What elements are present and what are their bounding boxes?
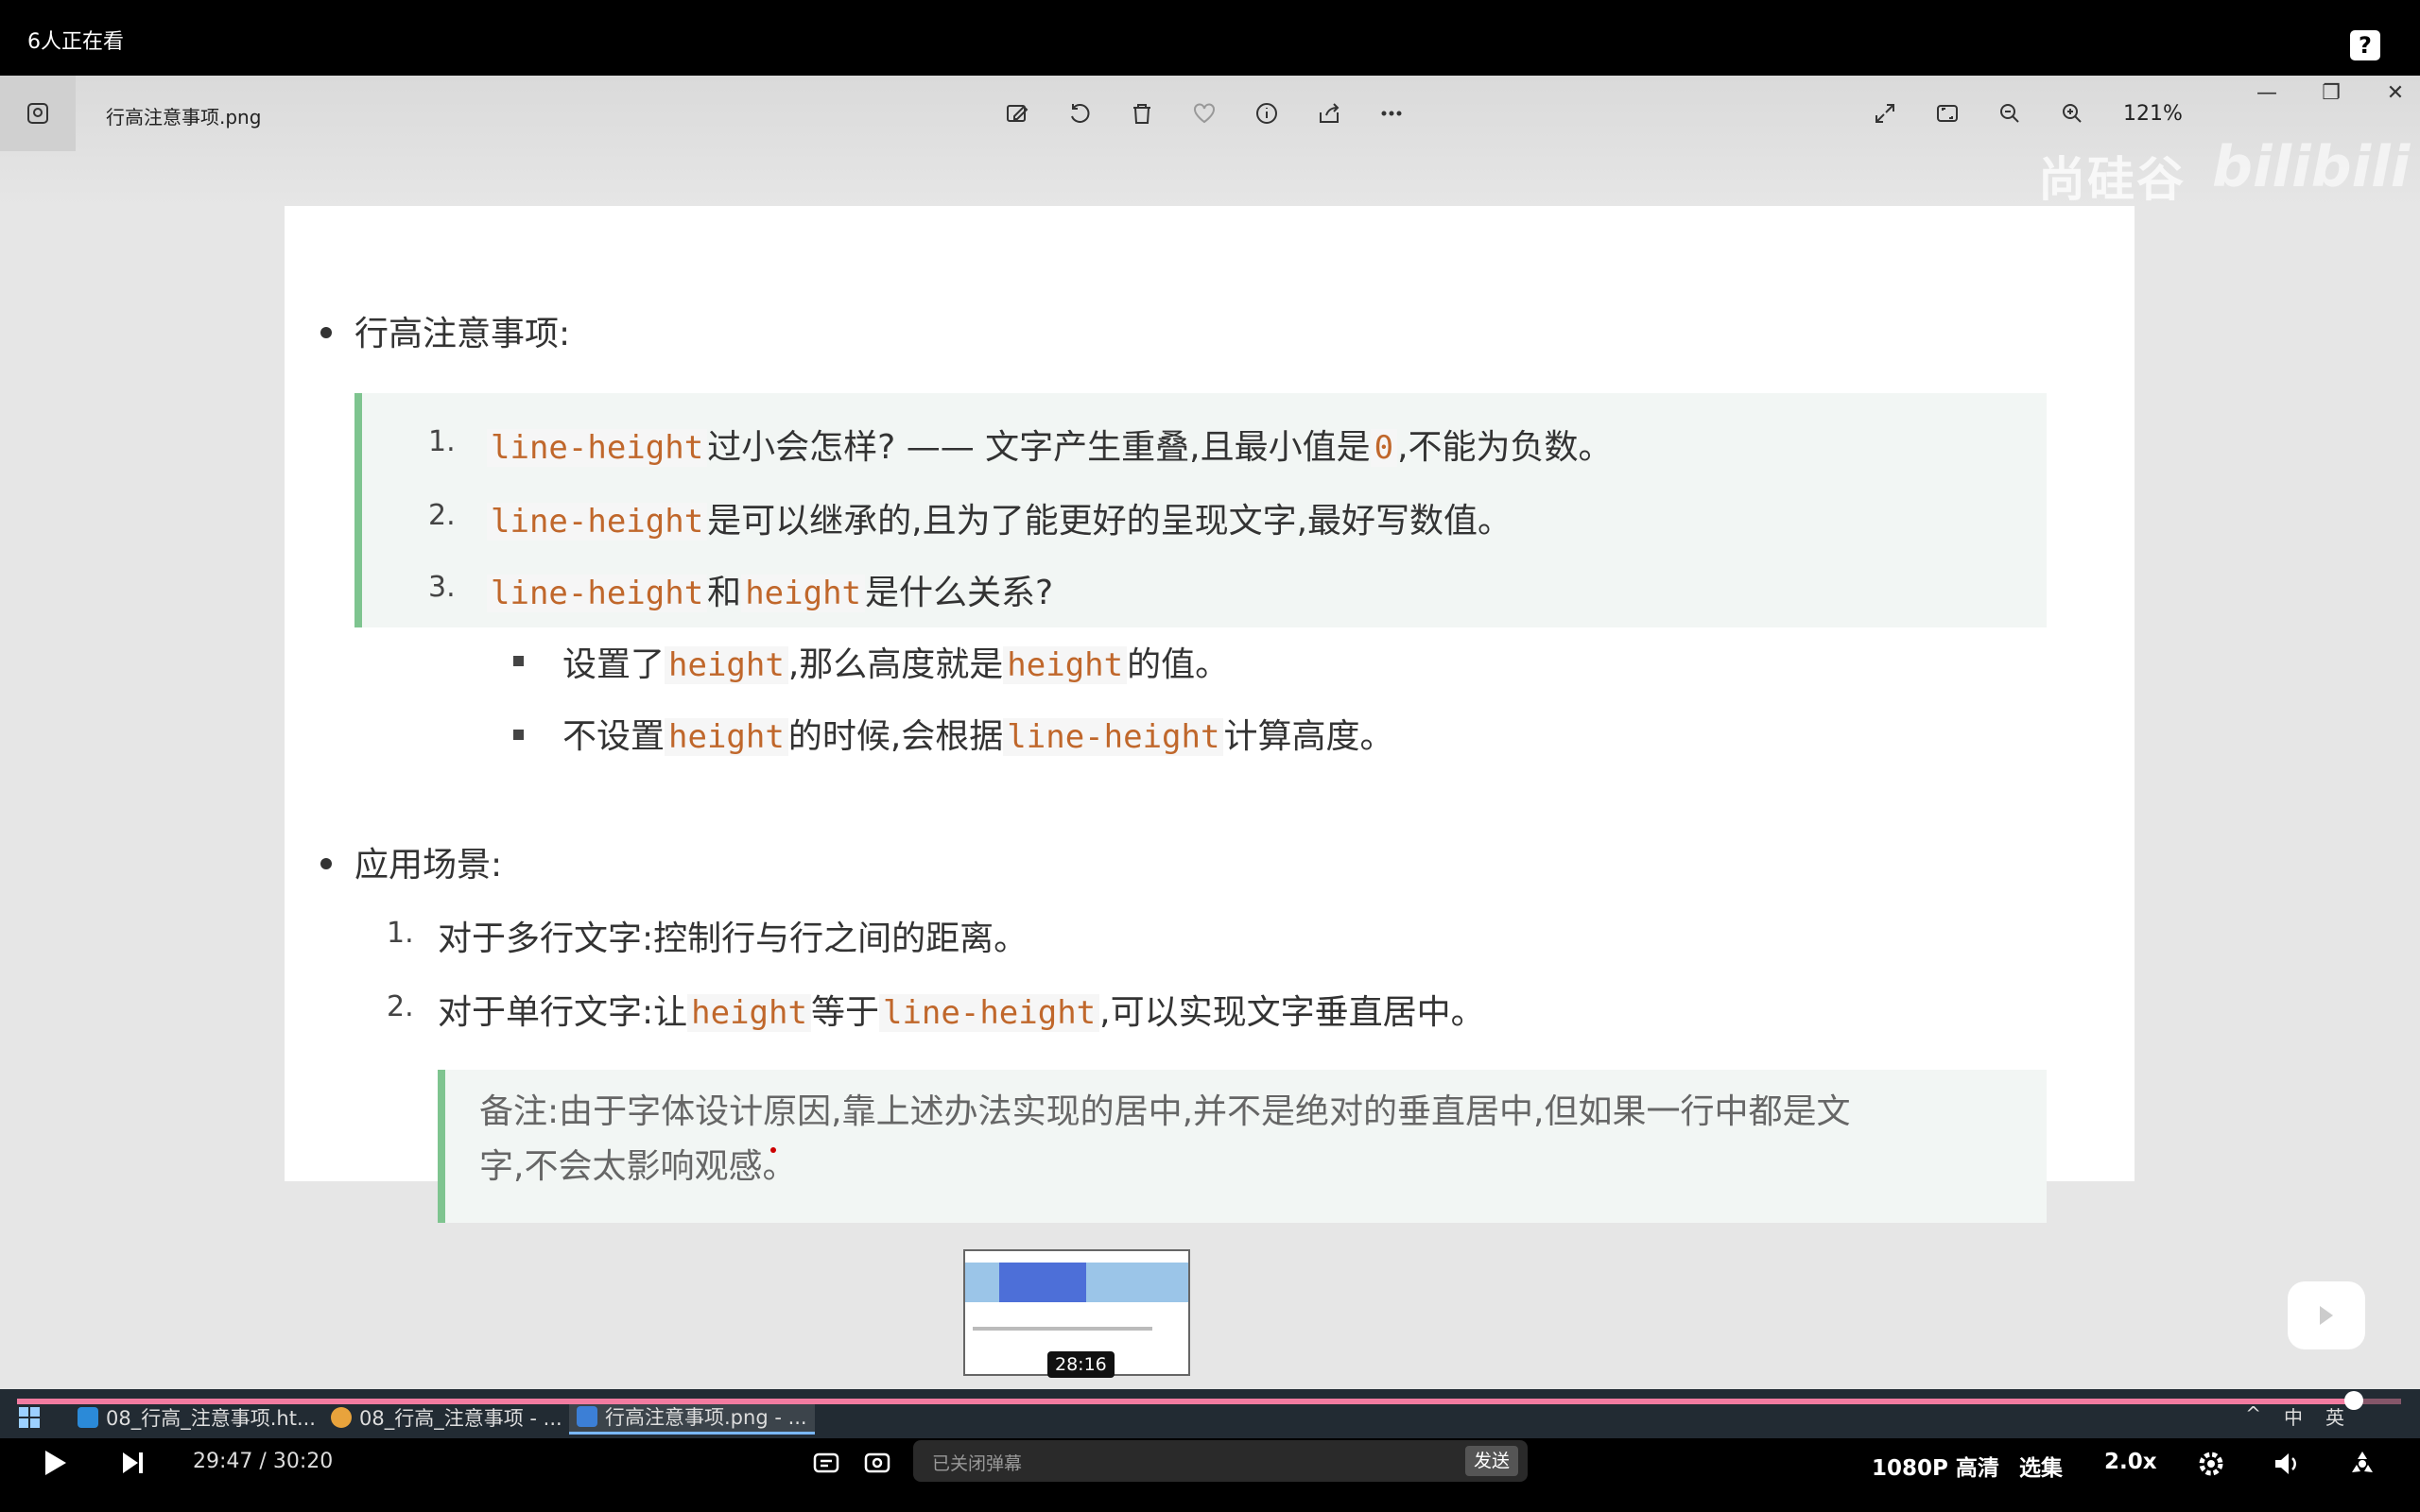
mouse-cursor-dot [770, 1147, 776, 1153]
sub-list-item: 不设置 height 的时候,会根据 line-height 计算高度。 [562, 717, 1394, 756]
volume-icon[interactable] [2269, 1446, 2305, 1482]
taskbar-item-chrome[interactable]: 08_行高_注意事项 - ... [323, 1400, 570, 1435]
scene-item: 对于单行文字:让 height 等于 line-height ,可以实现文字垂直居中。 [438, 993, 1485, 1032]
info-icon[interactable] [1250, 96, 1284, 130]
close-icon[interactable]: ✕ [2384, 81, 2407, 105]
zoom-in-icon[interactable] [2055, 96, 2089, 130]
start-icon[interactable] [9, 1400, 49, 1435]
viewer-zoom-toolbar: 121% [1868, 94, 2183, 132]
scene-item: 对于多行文字:控制行与行之间的距离。 [438, 919, 1028, 958]
send-button[interactable]: 发送 [1465, 1446, 1518, 1476]
delete-icon[interactable] [1125, 96, 1159, 130]
list-number: 2. [428, 499, 456, 532]
favorite-heart-icon[interactable] [1187, 96, 1221, 130]
heading-line-height-notes: 行高注意事项: [354, 315, 571, 353]
fullscreen-icon[interactable] [2344, 1446, 2380, 1482]
taskbar-item-vscode[interactable]: 08_行高_注意事项.ht... [70, 1400, 323, 1435]
restore-icon[interactable]: ❐ [2320, 81, 2342, 105]
chevron-up-icon[interactable]: ^ [2245, 1402, 2261, 1430]
thumb-selection [999, 1263, 1086, 1302]
zoom-out-icon[interactable] [1993, 96, 2027, 130]
system-tray: ^ 中 英 [2245, 1402, 2344, 1430]
square-bullet-icon [513, 656, 524, 666]
episodes-button[interactable]: 选集 [2019, 1450, 2063, 1482]
code-line-height: line-height [487, 503, 708, 541]
edit-image-icon[interactable] [1000, 96, 1034, 130]
rotate-icon[interactable] [1063, 96, 1097, 130]
photos-app-icon[interactable] [0, 76, 76, 151]
seek-preview-time: 28:16 [1047, 1351, 1115, 1378]
progress-fill [17, 1399, 2354, 1404]
list-item: line-height 是可以继承的,且为了能更好的呈现文字,最好写数值。 [487, 493, 1512, 542]
help-icon[interactable]: ? [2350, 30, 2380, 60]
fit-to-window-icon[interactable] [1930, 96, 1964, 130]
settings-gear-icon[interactable] [2193, 1446, 2229, 1482]
viewer-title-bar: 行高注意事项.png 121% — ❐ ✕ [0, 76, 2420, 151]
speed-button[interactable]: 2.0x [2104, 1450, 2157, 1474]
watermark-logo: bilibili [2212, 134, 2411, 200]
code-height: height [741, 575, 866, 612]
bullet-icon [320, 858, 332, 869]
quality-button[interactable]: 1080P 高清 [1872, 1450, 1999, 1482]
playback-time: 29:47 / 30:20 [193, 1450, 334, 1473]
document-image: 行高注意事项: 1. line-height 过小会怎样? —— 文字产生重叠,且… [285, 206, 2135, 1223]
square-bullet-icon [513, 730, 524, 740]
progress-knob[interactable] [2343, 1391, 2363, 1410]
share-icon[interactable] [1312, 96, 1346, 130]
list-number: 2. [387, 990, 414, 1023]
minimize-icon[interactable]: — [2256, 81, 2278, 105]
viewer-count: 6人正在看 [27, 30, 124, 54]
taskbar-item-photos[interactable]: 行高注意事项.png - ... [569, 1400, 815, 1435]
danmaku-placeholder: 已关闭弹幕 [932, 1453, 1023, 1474]
remark-text: 备注:由于字体设计原因,靠上述办法实现的居中,并不是绝对的垂直居中,但如果一行中… [479, 1092, 1851, 1186]
list-item: line-height 和 height 是什么关系? [487, 565, 1053, 614]
code-line-height: line-height [487, 429, 708, 467]
code-zero: 0 [1370, 429, 1398, 467]
heading-use-cases: 应用场景: [354, 846, 503, 885]
chrome-icon [331, 1407, 352, 1428]
play-icon[interactable] [36, 1444, 74, 1482]
bilibili-tv-icon[interactable] [2288, 1281, 2365, 1349]
thumb-text-line [973, 1327, 1152, 1331]
window-controls: — ❐ ✕ [2256, 81, 2407, 105]
vscode-icon [78, 1407, 98, 1428]
zoom-level[interactable]: 121% [2123, 102, 2183, 126]
list-number: 3. [428, 571, 456, 604]
ime-indicator[interactable]: 中 [2284, 1402, 2303, 1430]
fullscreen-expand-icon[interactable] [1868, 96, 1902, 130]
bullet-icon [320, 327, 332, 338]
next-icon[interactable] [115, 1446, 149, 1480]
watermark-text: 尚硅谷 [2038, 152, 2186, 207]
viewer-toolbar [1000, 94, 1409, 132]
danmaku-toggle-icon[interactable] [809, 1446, 843, 1480]
sub-list-item: 设置了 height ,那么高度就是 height 的值。 [562, 645, 1230, 684]
danmaku-input[interactable]: 已关闭弹幕 发送 [913, 1440, 1528, 1482]
photos-icon [577, 1405, 597, 1427]
list-number: 1. [387, 917, 414, 950]
code-line-height: line-height [487, 575, 708, 612]
language-indicator[interactable]: 英 [2325, 1402, 2344, 1430]
more-options-icon[interactable] [1374, 96, 1409, 130]
danmaku-settings-icon[interactable] [860, 1446, 894, 1480]
list-number: 1. [428, 425, 456, 458]
file-name: 行高注意事项.png [106, 106, 262, 129]
top-bar: 6人正在看 ? [0, 0, 2420, 76]
list-item: line-height 过小会怎样? —— 文字产生重叠,且最小值是 0 ,不能为负数… [487, 420, 1613, 469]
